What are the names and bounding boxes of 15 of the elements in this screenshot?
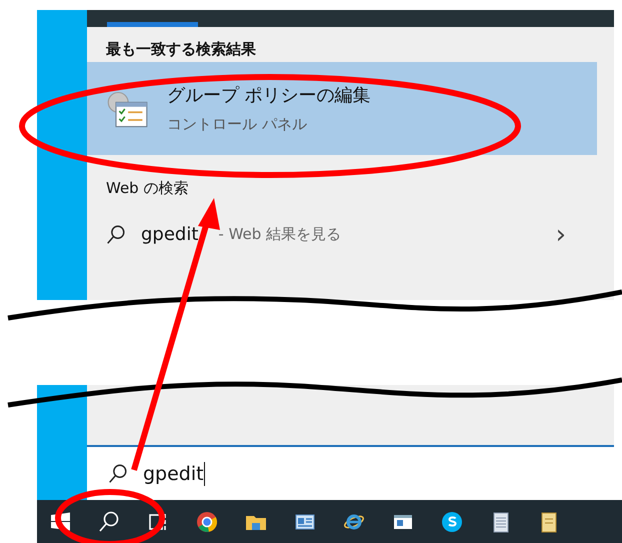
search-icon[interactable] [97, 510, 121, 534]
query-text: gpedit [141, 224, 198, 245]
search-icon [107, 462, 129, 484]
result-title: グループ ポリシーの編集 [167, 84, 371, 107]
windows-logo-icon[interactable] [48, 510, 72, 534]
result-subtitle: コントロール パネル [167, 115, 308, 134]
browser-icon[interactable] [195, 510, 219, 534]
search-result[interactable]: グループ ポリシーの編集 コントロール パネル [87, 62, 597, 155]
section-heading: 最も一致する検索結果 [105, 39, 257, 60]
search-icon [105, 224, 127, 246]
chevron-icon: › [556, 220, 566, 250]
web-search-row[interactable]: gpedit - Web 結果を見る › [87, 207, 614, 262]
section-heading: Web の検索 [105, 178, 190, 199]
web-results-text: - Web 結果を見る [218, 225, 342, 244]
chat-app-icon[interactable] [440, 510, 464, 534]
